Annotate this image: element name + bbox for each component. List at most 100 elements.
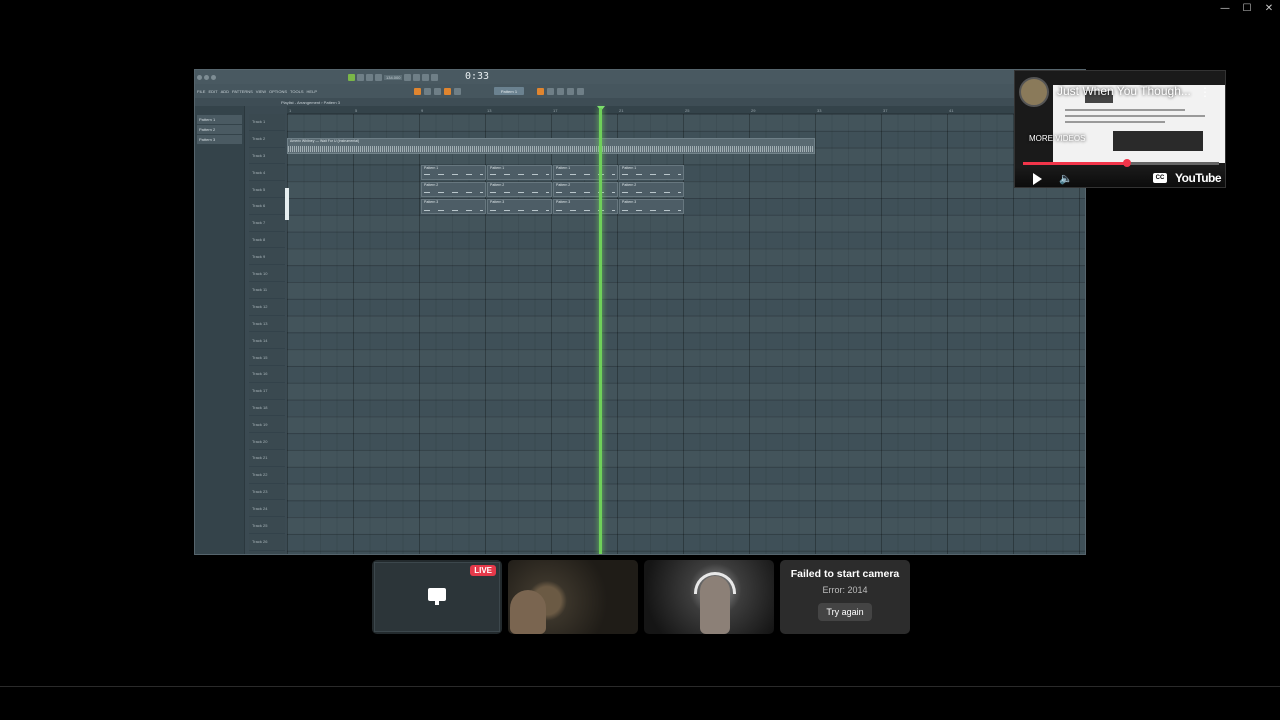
maximize-button[interactable]: ☐ bbox=[1236, 0, 1258, 16]
pattern-item[interactable]: Pattern 3 bbox=[197, 135, 242, 144]
metronome-icon[interactable] bbox=[404, 73, 412, 81]
tool-icon[interactable] bbox=[453, 87, 461, 95]
track-header[interactable]: Track 12 bbox=[249, 299, 285, 316]
screen-share-tile[interactable]: LIVE bbox=[372, 560, 502, 634]
track-header[interactable]: Track 21 bbox=[249, 450, 285, 467]
draw-tool-icon[interactable] bbox=[443, 87, 451, 95]
try-again-button[interactable]: Try again bbox=[818, 603, 872, 621]
playhead[interactable] bbox=[599, 108, 602, 554]
browser-icon[interactable] bbox=[566, 87, 574, 95]
progress-knob[interactable] bbox=[1122, 159, 1131, 167]
timeline-ruler[interactable]: 159131721252933374145 bbox=[287, 106, 1085, 114]
youtube-overlay-player[interactable]: Just When You Though... ⋮ MORE VIDEOS 🔈 … bbox=[1014, 70, 1226, 188]
close-button[interactable]: ✕ bbox=[1258, 0, 1280, 16]
mixer-icon[interactable] bbox=[546, 87, 554, 95]
video-title[interactable]: Just When You Though... bbox=[1057, 84, 1191, 98]
pattern-clip[interactable]: Pattern 3 bbox=[487, 199, 552, 214]
pattern-clip[interactable]: Pattern 3 bbox=[619, 199, 684, 214]
ruler-tick: 41 bbox=[949, 108, 954, 113]
tool-icon[interactable] bbox=[423, 87, 431, 95]
countdown-icon[interactable] bbox=[422, 73, 430, 81]
captions-icon[interactable]: CC bbox=[1153, 173, 1167, 183]
wait-icon[interactable] bbox=[413, 73, 421, 81]
loop-icon[interactable] bbox=[431, 73, 439, 81]
track-header[interactable]: Track 11 bbox=[249, 282, 285, 299]
pattern-clip[interactable]: Pattern 1 bbox=[487, 165, 552, 181]
stop-icon[interactable] bbox=[366, 73, 373, 81]
menu-patterns[interactable]: PATTERNS bbox=[232, 89, 253, 94]
pattern-clip[interactable]: Pattern 3 bbox=[553, 199, 618, 214]
track-header[interactable]: Track 7 bbox=[249, 215, 285, 232]
ruler-tick: 37 bbox=[883, 108, 888, 113]
track-header[interactable]: Track 23 bbox=[249, 484, 285, 501]
pattern-item[interactable]: Pattern 1 bbox=[197, 115, 242, 124]
pattern-clip[interactable]: Pattern 1 bbox=[619, 165, 684, 181]
track-header[interactable]: Track 18 bbox=[249, 400, 285, 417]
pattern-clip[interactable]: Pattern 2 bbox=[619, 182, 684, 198]
menu-edit[interactable]: EDIT bbox=[208, 89, 217, 94]
participant-camera-tile[interactable] bbox=[508, 560, 638, 634]
track-header[interactable]: Track 3 bbox=[249, 148, 285, 165]
track-header[interactable]: Track 13 bbox=[249, 316, 285, 333]
fl-menu-dot[interactable] bbox=[197, 74, 202, 80]
track-header[interactable]: Track 24 bbox=[249, 500, 285, 518]
pattern-notes bbox=[490, 192, 549, 194]
track-header[interactable]: Track 19 bbox=[249, 416, 285, 434]
play-icon[interactable] bbox=[357, 73, 364, 81]
track-header[interactable]: Track 9 bbox=[249, 248, 285, 266]
menu-tools[interactable]: TOOLS bbox=[290, 89, 304, 94]
participant-camera-tile[interactable] bbox=[644, 560, 774, 634]
more-videos-label[interactable]: MORE VIDEOS bbox=[1029, 134, 1085, 143]
track-header[interactable]: Track 17 bbox=[249, 383, 285, 400]
playlist-grid[interactable]: Amerix Whitney — Wait For U (Instrumenta… bbox=[287, 114, 1085, 554]
track-header[interactable]: Track 25 bbox=[249, 517, 285, 534]
track-header[interactable]: Track 15 bbox=[249, 349, 285, 366]
pattern-notes bbox=[490, 174, 549, 176]
track-header[interactable]: Track 10 bbox=[249, 265, 285, 282]
menu-file[interactable]: FILE bbox=[197, 89, 205, 94]
menu-view[interactable]: VIEW bbox=[256, 89, 266, 94]
pattern-selector[interactable]: Pattern 1 bbox=[493, 87, 524, 95]
track-header[interactable]: Track 14 bbox=[249, 332, 285, 350]
track-header[interactable]: Track 22 bbox=[249, 467, 285, 484]
menu-options[interactable]: OPTIONS bbox=[269, 89, 287, 94]
channel-avatar[interactable] bbox=[1019, 77, 1049, 107]
menu-help[interactable]: HELP bbox=[307, 89, 317, 94]
track-header[interactable]: Track 8 bbox=[249, 232, 285, 249]
track-header[interactable]: Track 6 bbox=[249, 198, 285, 215]
more-options-icon[interactable]: ⋮ bbox=[1199, 85, 1211, 99]
minimize-button[interactable]: — bbox=[1214, 0, 1236, 16]
pattern-clip[interactable]: Pattern 2 bbox=[421, 182, 486, 198]
channel-rack-icon[interactable] bbox=[536, 87, 544, 95]
track-header[interactable]: Track 20 bbox=[249, 433, 285, 450]
tempo-display[interactable]: 134.000 bbox=[384, 74, 403, 80]
track-scroll-handle[interactable] bbox=[285, 188, 289, 220]
participant-video bbox=[510, 590, 546, 634]
text-line bbox=[1065, 115, 1205, 117]
track-header[interactable]: Track 26 bbox=[249, 534, 285, 551]
track-header[interactable]: Track 4 bbox=[249, 164, 285, 182]
pattern-mode-icon[interactable] bbox=[348, 73, 355, 81]
youtube-logo[interactable]: YouTube bbox=[1175, 171, 1222, 185]
record-icon[interactable] bbox=[375, 73, 382, 81]
track-header[interactable]: Track 2 bbox=[249, 131, 285, 148]
fl-menu-dot[interactable] bbox=[204, 74, 209, 80]
pattern-clip[interactable]: Pattern 1 bbox=[421, 165, 486, 181]
snap-icon[interactable] bbox=[413, 87, 421, 95]
track-header[interactable]: Track 1 bbox=[249, 114, 285, 131]
tool-icon[interactable] bbox=[433, 87, 441, 95]
track-header[interactable]: Track 16 bbox=[249, 366, 285, 383]
track-header[interactable]: Track 5 bbox=[249, 181, 285, 198]
menu-add[interactable]: ADD bbox=[221, 89, 229, 94]
fl-menu-dot[interactable] bbox=[211, 74, 216, 80]
volume-icon[interactable]: 🔈 bbox=[1059, 172, 1073, 185]
piano-roll-icon[interactable] bbox=[556, 87, 564, 95]
pattern-clip[interactable]: Pattern 3 bbox=[421, 199, 486, 214]
play-icon[interactable] bbox=[1033, 173, 1042, 185]
playlist-icon[interactable] bbox=[576, 87, 584, 95]
pattern-clip[interactable]: Pattern 1 bbox=[553, 165, 618, 181]
video-progress-bar[interactable] bbox=[1023, 159, 1219, 167]
pattern-item[interactable]: Pattern 2 bbox=[197, 125, 242, 134]
pattern-clip[interactable]: Pattern 2 bbox=[487, 182, 552, 198]
pattern-clip[interactable]: Pattern 2 bbox=[553, 182, 618, 198]
